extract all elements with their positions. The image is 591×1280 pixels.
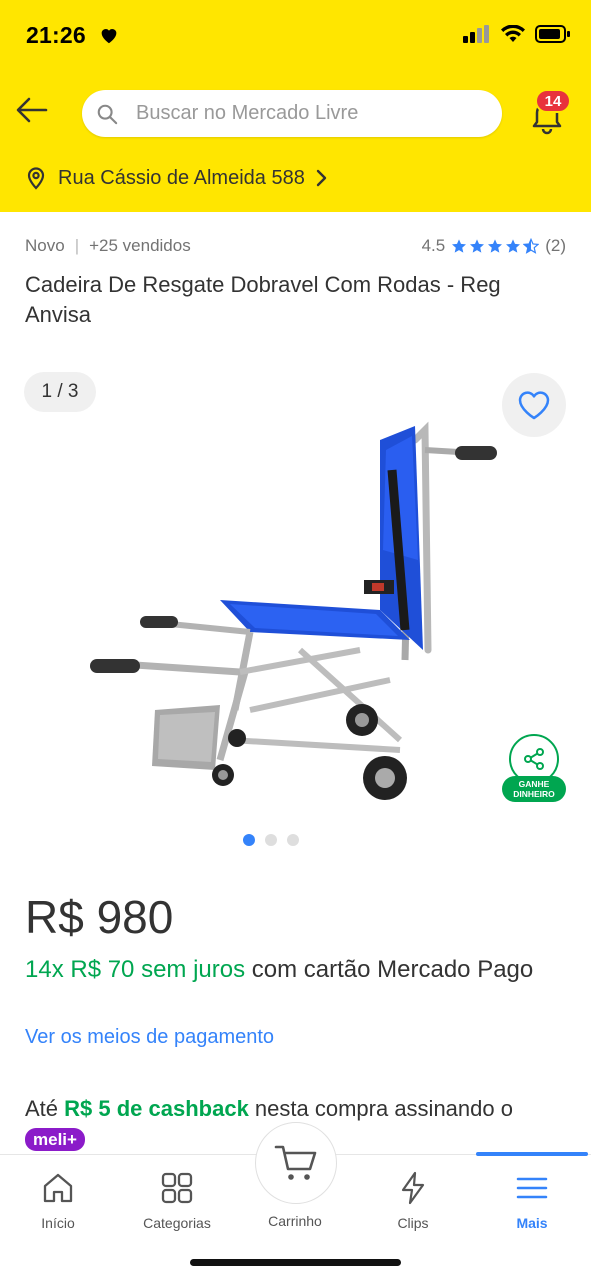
battery-icon — [535, 25, 570, 43]
meli-plus-badge[interactable]: meli+ — [25, 1128, 85, 1151]
installments-highlight: 14x R$ 70 sem juros — [25, 956, 246, 983]
status-time: 21:26 — [26, 22, 86, 48]
carousel-dot[interactable] — [287, 834, 299, 846]
payment-methods-link[interactable]: Ver os meios de pagamento — [25, 1026, 274, 1049]
product-image[interactable] — [80, 410, 520, 810]
home-icon — [43, 1173, 73, 1203]
heart-outline-icon — [518, 391, 550, 420]
back-button[interactable] — [14, 92, 50, 128]
rating-count: (2) — [545, 236, 566, 255]
carousel-dot-active[interactable] — [243, 834, 255, 846]
heart-status-icon — [101, 29, 117, 44]
home-indicator — [190, 1259, 401, 1266]
search-input[interactable]: Buscar no Mercado Livre — [82, 90, 502, 137]
share-earn-button[interactable]: GANHE DINHEIRO — [500, 734, 568, 804]
star-full-icon — [506, 239, 521, 253]
tab-carrinho[interactable]: Carrinho — [245, 1213, 345, 1229]
share-earn-label: GANHE DINHEIRO — [502, 776, 566, 802]
share-icon — [524, 748, 544, 770]
tab-mais[interactable]: Mais — [482, 1171, 582, 1231]
carousel-dot[interactable] — [265, 834, 277, 846]
product-price: R$ 980 — [25, 891, 174, 943]
condition-label: Novo — [25, 236, 65, 255]
cashback-suffix: nesta compra assinando o — [248, 1096, 513, 1121]
tab-label: Início — [41, 1215, 75, 1231]
arrow-left-icon — [16, 97, 48, 123]
product-title: Cadeira De Resgate Dobravel Com Rodas - … — [25, 272, 501, 327]
star-full-icon — [470, 239, 485, 253]
cart-button[interactable] — [255, 1122, 337, 1204]
sold-count: +25 vendidos — [89, 236, 191, 255]
tab-label: Categorias — [143, 1215, 211, 1231]
chevron-right-icon — [316, 169, 327, 187]
tab-categorias[interactable]: Categorias — [127, 1171, 227, 1231]
meta-divider: | — [74, 236, 80, 255]
tab-label: Carrinho — [268, 1213, 322, 1229]
address-text: Rua Cássio de Almeida 588 — [58, 166, 305, 189]
location-pin-icon — [27, 167, 45, 190]
search-placeholder: Buscar no Mercado Livre — [136, 102, 359, 124]
rating[interactable]: 4.5 (2) — [422, 236, 566, 256]
star-full-icon — [488, 239, 503, 253]
cashback-amount: R$ 5 de cashback — [64, 1096, 249, 1121]
wifi-icon — [501, 25, 525, 42]
product-meta: Novo | +25 vendidos 4.5 (2) — [25, 236, 566, 256]
image-pager: 1 / 3 — [24, 372, 96, 412]
rating-value: 4.5 — [421, 236, 446, 255]
tab-label: Mais — [516, 1215, 548, 1231]
tab-label: Clips — [397, 1215, 429, 1231]
installments-rest: com cartão Mercado Pago — [245, 956, 534, 983]
notification-badge: 14 — [535, 89, 571, 113]
cart-icon — [274, 1145, 317, 1180]
tab-inicio[interactable]: Início — [8, 1171, 108, 1231]
image-carousel-dots — [243, 834, 299, 846]
cashback-prefix: Até — [25, 1096, 65, 1121]
signal-icon — [463, 25, 489, 43]
lightning-icon — [401, 1171, 425, 1205]
star-full-icon — [452, 239, 467, 253]
address-bar[interactable]: Rua Cássio de Almeida 588 — [24, 166, 329, 190]
tab-clips[interactable]: Clips — [363, 1171, 463, 1231]
rating-stars — [451, 238, 540, 254]
star-half-icon — [523, 238, 540, 254]
grid-icon — [161, 1172, 193, 1204]
active-tab-indicator — [476, 1152, 588, 1156]
search-icon — [97, 104, 118, 124]
status-icons — [463, 24, 571, 44]
menu-icon — [516, 1177, 548, 1199]
installments-text: 14x R$ 70 sem juros com cartão Mercado P… — [25, 954, 565, 985]
